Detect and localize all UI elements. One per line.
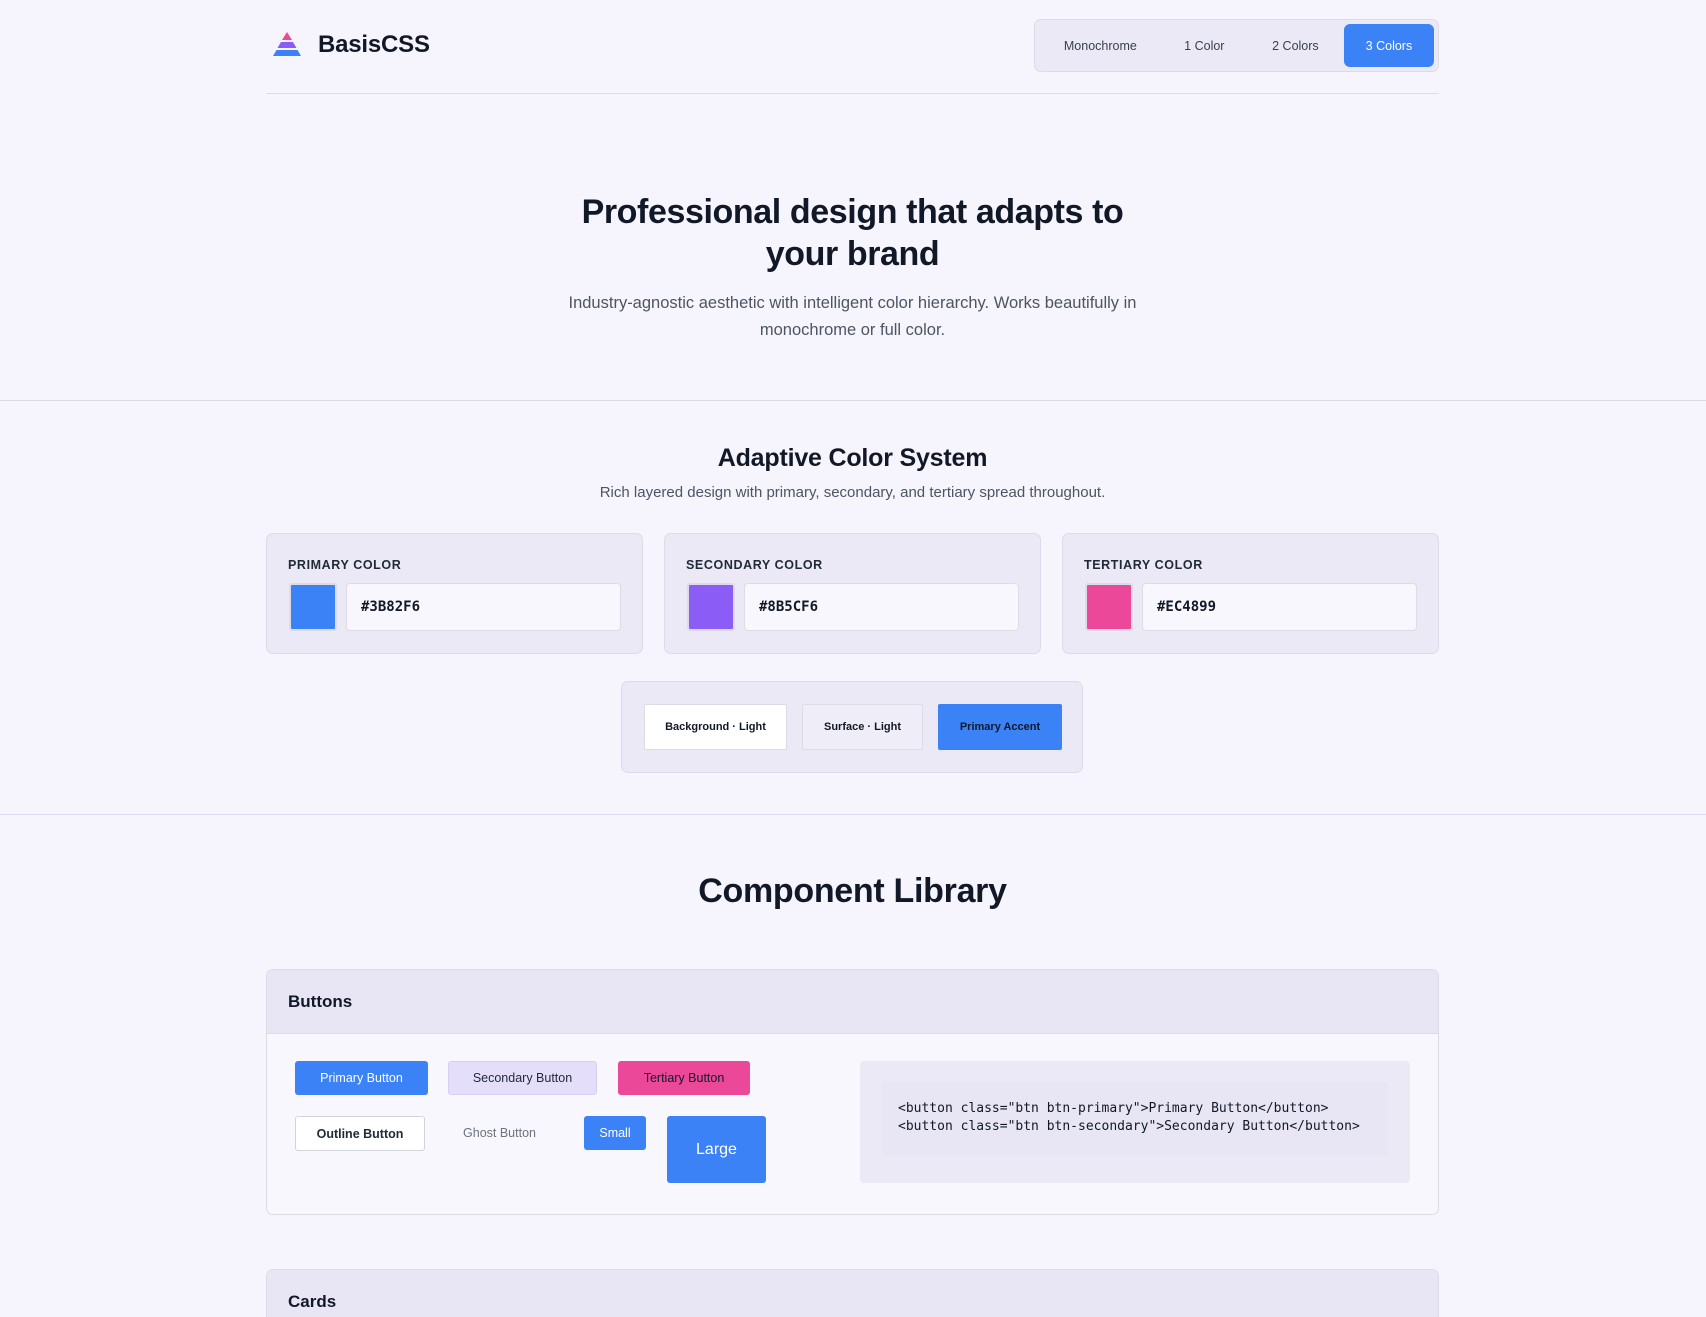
primary-color-input[interactable]: #3B82F6 [346,583,621,631]
secondary-button[interactable]: Secondary Button [448,1061,597,1095]
mode-monochrome-button[interactable]: Monochrome [1039,24,1162,67]
secondary-color-input[interactable]: #8B5CF6 [744,583,1019,631]
color-system-subtitle: Rich layered design with primary, second… [599,484,1106,501]
mode-2-colors-button[interactable]: 2 Colors [1247,24,1344,67]
code-block: <button class="btn btn-primary">Primary … [882,1082,1388,1155]
hero-section: Professional design that adapts to your … [266,94,1439,400]
secondary-color-swatch[interactable] [687,583,735,631]
tertiary-color-swatch[interactable] [1085,583,1133,631]
code-line: <button class="btn btn-primary">Primary … [898,1101,1329,1116]
buttons-code-example: <button class="btn btn-primary">Primary … [860,1061,1410,1183]
component-library-title: Component Library [698,872,1007,910]
tertiary-color-label: TERTIARY COLOR [1084,558,1203,572]
outline-button[interactable]: Outline Button [295,1116,425,1151]
color-preview-box: Background · Light Surface · Light Prima… [621,681,1083,773]
primary-color-card: PRIMARY COLOR #3B82F6 [266,533,643,654]
cards-panel-title: Cards [267,1270,1438,1317]
tertiary-button[interactable]: Tertiary Button [618,1061,750,1095]
hero-subtitle: Industry-agnostic aesthetic with intelli… [568,294,1137,339]
tertiary-color-card: TERTIARY COLOR #EC4899 [1062,533,1439,654]
mode-3-colors-button[interactable]: 3 Colors [1343,24,1434,67]
component-library-section: Component Library Buttons Primary Button… [266,814,1439,1317]
secondary-color-card: SECONDARY COLOR #8B5CF6 [664,533,1041,654]
brand[interactable]: BasisCSS [272,31,430,59]
secondary-color-label: SECONDARY COLOR [686,558,823,572]
hero-title: Professional design that adapts to your … [581,193,1124,273]
buttons-panel: Buttons Primary Button Secondary Button … [266,969,1439,1215]
cards-panel: Cards [266,1269,1439,1317]
color-system-title: Adaptive Color System [717,444,988,472]
pyramid-logo-icon [272,31,302,59]
buttons-panel-title: Buttons [267,970,1438,1034]
color-mode-toggle: Monochrome 1 Color 2 Colors 3 Colors [1034,19,1439,72]
tertiary-color-input[interactable]: #EC4899 [1142,583,1417,631]
surface-preview-chip: Surface · Light [802,704,923,750]
primary-button[interactable]: Primary Button [295,1061,428,1095]
site-header: BasisCSS Monochrome 1 Color 2 Colors 3 C… [266,0,1439,94]
ghost-button[interactable]: Ghost Button [444,1116,555,1150]
color-system-section: Adaptive Color System Rich layered desig… [266,400,1439,814]
mode-1-color-button[interactable]: 1 Color [1162,24,1247,67]
brand-name: BasisCSS [318,31,430,58]
large-button[interactable]: Large [667,1116,766,1183]
accent-preview-chip: Primary Accent [938,704,1062,750]
background-preview-chip: Background · Light [644,704,787,750]
primary-color-swatch[interactable] [289,583,337,631]
code-line: <button class="btn btn-secondary">Second… [898,1119,1360,1134]
small-button[interactable]: Small [584,1116,646,1150]
primary-color-label: PRIMARY COLOR [288,558,402,572]
